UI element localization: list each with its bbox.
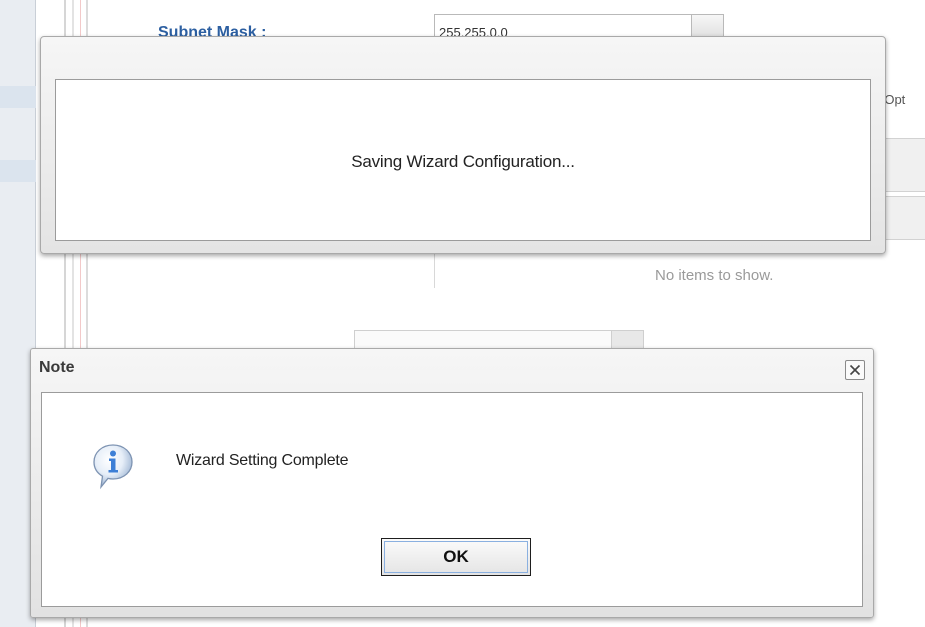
- grid-row: [886, 138, 925, 192]
- note-dialog: Note Wizard Setting Complete OK: [30, 348, 874, 618]
- sidebar-band: [0, 86, 36, 108]
- sidebar-band: [0, 160, 36, 182]
- info-balloon-icon: [93, 444, 133, 490]
- grid-empty-text: No items to show.: [655, 267, 774, 284]
- close-icon: [849, 364, 861, 376]
- saving-dialog: Saving Wizard Configuration...: [40, 36, 886, 254]
- saving-message: Saving Wizard Configuration...: [351, 152, 575, 171]
- note-dialog-body: Wizard Setting Complete OK: [41, 392, 863, 607]
- ok-button[interactable]: OK: [381, 538, 531, 576]
- background-combo[interactable]: [354, 330, 644, 350]
- close-button[interactable]: [845, 360, 865, 380]
- note-message: Wizard Setting Complete: [176, 452, 349, 469]
- note-dialog-title: Note: [39, 359, 75, 376]
- grid-divider: [434, 252, 435, 288]
- saving-dialog-body: Saving Wizard Configuration...: [55, 79, 871, 241]
- grid-row: [886, 196, 925, 240]
